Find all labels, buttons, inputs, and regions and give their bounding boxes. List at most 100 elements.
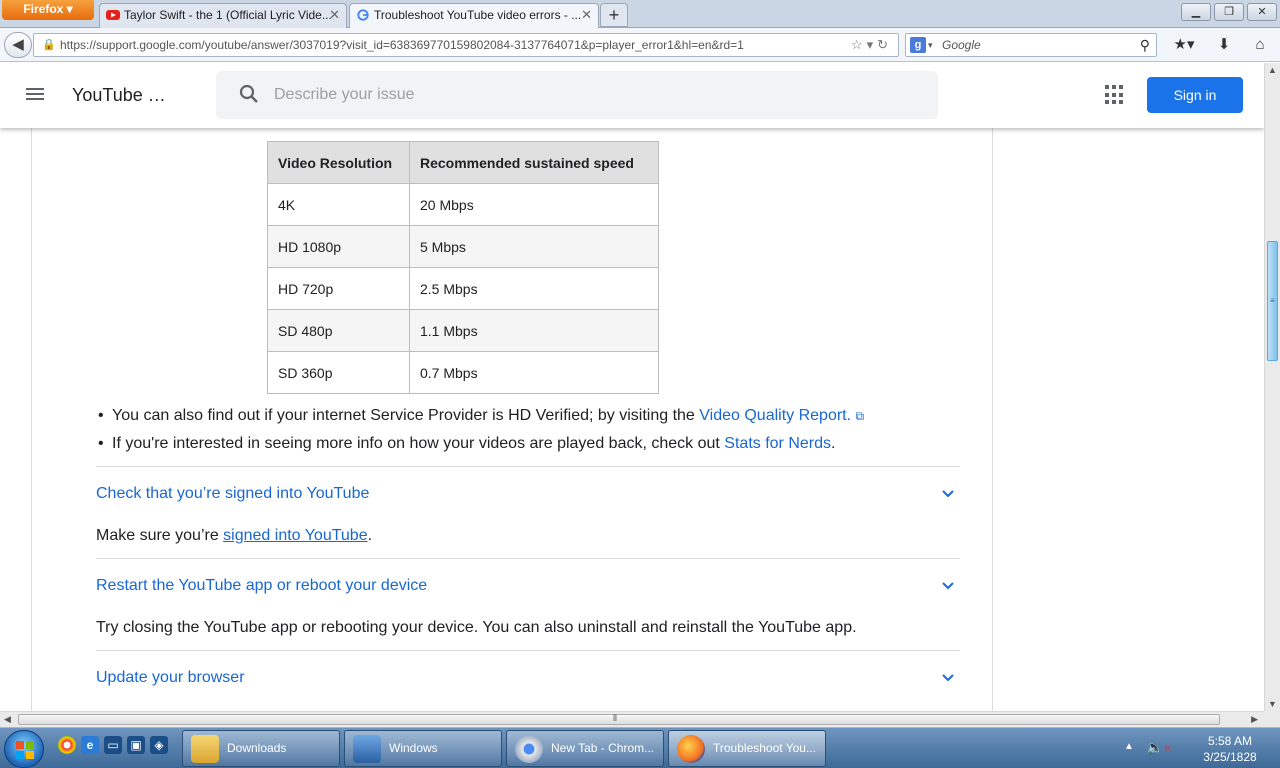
bookmark-star-icon[interactable]: ☆	[851, 37, 867, 52]
download-icon[interactable]: ⬇	[1212, 34, 1236, 56]
search-placeholder: Google	[942, 38, 981, 52]
close-window-button[interactable]: ✕	[1247, 3, 1277, 21]
column-header: Recommended sustained speed	[409, 141, 659, 184]
scroll-up-arrow-icon[interactable]: ▲	[1268, 65, 1277, 75]
scroll-down-arrow-icon[interactable]: ▼	[1268, 699, 1277, 709]
taskbar-item-firefox[interactable]: Troubleshoot You...	[668, 730, 826, 767]
list-item: • If you're interested in seeing more inf…	[98, 435, 835, 453]
scrollbar-corner	[1264, 711, 1280, 727]
chevron-down-icon[interactable]	[940, 486, 956, 502]
speed-table: Video Resolution Recommended sustained s…	[267, 141, 659, 394]
taskbar-item-downloads[interactable]: Downloads	[182, 730, 340, 767]
search-icon	[239, 84, 258, 103]
list-item-text: If you're interested in seeing more info…	[112, 435, 725, 452]
sign-in-button[interactable]: Sign in	[1147, 77, 1243, 113]
accordion-body-suffix: .	[367, 527, 373, 544]
accordion-body-restart: Try closing the YouTube app or rebooting…	[96, 619, 857, 636]
scroll-right-arrow-icon[interactable]: ▶	[1251, 714, 1258, 725]
url-text: https://support.google.com/youtube/answe…	[60, 38, 744, 52]
column-header: Video Resolution	[267, 141, 410, 184]
bullet-dot: •	[98, 407, 104, 424]
site-header: YouTube … Sign in	[0, 63, 1264, 128]
volume-muted-icon[interactable]: 🔈✕	[1146, 739, 1172, 756]
browser-search-field[interactable]: g ▾ Google ⚲	[905, 33, 1157, 57]
windows-logo-icon	[16, 741, 34, 759]
browser-navigation-bar: ◀ 🔒 https://support.google.com/youtube/a…	[0, 28, 1280, 62]
list-item-text: You can also find out if your internet S…	[112, 407, 700, 424]
table-cell: 20 Mbps	[409, 183, 659, 226]
bullet-dot: •	[98, 435, 104, 452]
network-icon[interactable]: ▣	[127, 736, 145, 754]
search-input[interactable]	[274, 81, 914, 109]
grip-icon: ⦀	[613, 713, 617, 723]
close-tab-icon[interactable]: ✕	[581, 4, 592, 26]
chrome-quicklaunch-icon[interactable]	[58, 736, 76, 754]
google-apps-icon[interactable]	[1105, 85, 1125, 105]
start-button[interactable]	[4, 730, 44, 768]
internet-explorer-icon[interactable]: e	[81, 736, 99, 754]
clock-date: 3/25/1828	[1203, 750, 1257, 764]
taskbar-item-windows[interactable]: Windows	[344, 730, 502, 767]
windows-taskbar: e ▭ ▣ ◈ Downloads Windows New Tab - Chro…	[0, 727, 1280, 768]
youtube-icon	[106, 10, 120, 20]
scroll-left-arrow-icon[interactable]: ◀	[4, 714, 11, 725]
divider	[96, 466, 960, 467]
horizontal-scrollbar[interactable]: ◀ ⦀ ▶	[0, 711, 1264, 727]
table-header-row: Video Resolution Recommended sustained s…	[267, 141, 659, 184]
table-row: HD 1080p 5 Mbps	[267, 225, 659, 268]
browser-tab-troubleshoot[interactable]: Troubleshoot YouTube video errors - ... …	[349, 3, 599, 29]
table-cell: 0.7 Mbps	[409, 351, 659, 394]
browser-tab-youtube[interactable]: Taylor Swift - the 1 (Official Lyric Vid…	[99, 3, 347, 28]
app-quicklaunch-icon[interactable]: ◈	[150, 736, 168, 754]
restore-window-button[interactable]: ❐	[1214, 3, 1244, 21]
site-title[interactable]: YouTube …	[72, 85, 166, 106]
folder-icon	[191, 735, 219, 763]
list-item: • You can also find out if your internet …	[98, 407, 864, 425]
vertical-scrollbar[interactable]: ▲ ≡ ▼	[1264, 63, 1280, 711]
bookmarks-menu-icon[interactable]: ★▾	[1168, 34, 1200, 56]
address-bar[interactable]: 🔒 https://support.google.com/youtube/ans…	[33, 33, 899, 57]
signed-into-youtube-link[interactable]: signed into YouTube	[223, 527, 367, 544]
minimize-window-button[interactable]: ▁	[1181, 3, 1211, 21]
grip-icon: ≡	[1270, 296, 1275, 305]
reload-icon[interactable]: ↻	[877, 37, 892, 52]
accordion-title-restart[interactable]: Restart the YouTube app or reboot your d…	[96, 577, 427, 595]
table-row: 4K 20 Mbps	[267, 183, 659, 226]
show-hidden-icons-icon[interactable]: ▲	[1124, 741, 1134, 752]
chevron-down-icon[interactable]	[940, 670, 956, 686]
search-icon[interactable]: ⚲	[1140, 34, 1150, 56]
vertical-scroll-thumb[interactable]: ≡	[1267, 241, 1278, 361]
table-cell: SD 360p	[267, 351, 410, 394]
chevron-down-icon[interactable]	[940, 578, 956, 594]
accordion-body-signed-in: Make sure you’re signed into YouTube.	[96, 527, 372, 545]
back-button[interactable]: ◀	[4, 32, 32, 58]
taskbar-item-label: Windows	[389, 741, 438, 755]
system-clock[interactable]: 5:58 AM 3/25/1828	[1190, 733, 1270, 765]
show-desktop-icon[interactable]: ▭	[104, 736, 122, 754]
horizontal-scroll-thumb[interactable]: ⦀	[18, 713, 1220, 725]
accordion-title-update-browser[interactable]: Update your browser	[96, 669, 245, 687]
close-tab-icon[interactable]: ✕	[329, 4, 340, 26]
google-search-engine-icon[interactable]: g	[910, 37, 926, 53]
firefox-menu-button[interactable]: Firefox ▾	[2, 0, 94, 20]
firefox-icon	[677, 735, 705, 763]
table-row: HD 720p 2.5 Mbps	[267, 267, 659, 310]
stats-for-nerds-link[interactable]: Stats for Nerds	[724, 435, 831, 452]
search-engine-dropdown-icon[interactable]: ▾	[928, 34, 933, 56]
table-cell: 1.1 Mbps	[409, 309, 659, 352]
accordion-title-signed-in[interactable]: Check that you’re signed into YouTube	[96, 485, 369, 503]
table-row: SD 480p 1.1 Mbps	[267, 309, 659, 352]
hamburger-menu-icon[interactable]	[24, 85, 46, 105]
divider	[96, 650, 960, 651]
divider	[96, 558, 960, 559]
windows-folder-icon	[353, 735, 381, 763]
external-link-icon: ⧉	[855, 409, 865, 423]
dropdown-icon[interactable]: ▾	[867, 37, 878, 52]
video-quality-report-link[interactable]: Video Quality Report.	[699, 407, 851, 424]
help-search-box	[216, 71, 938, 119]
taskbar-item-chrome[interactable]: New Tab - Chrom...	[506, 730, 664, 767]
address-bar-actions: ☆▾↻	[851, 34, 892, 56]
taskbar-item-label: Troubleshoot You...	[713, 741, 816, 755]
new-tab-button[interactable]: +	[600, 3, 628, 27]
home-icon[interactable]: ⌂	[1248, 34, 1272, 56]
